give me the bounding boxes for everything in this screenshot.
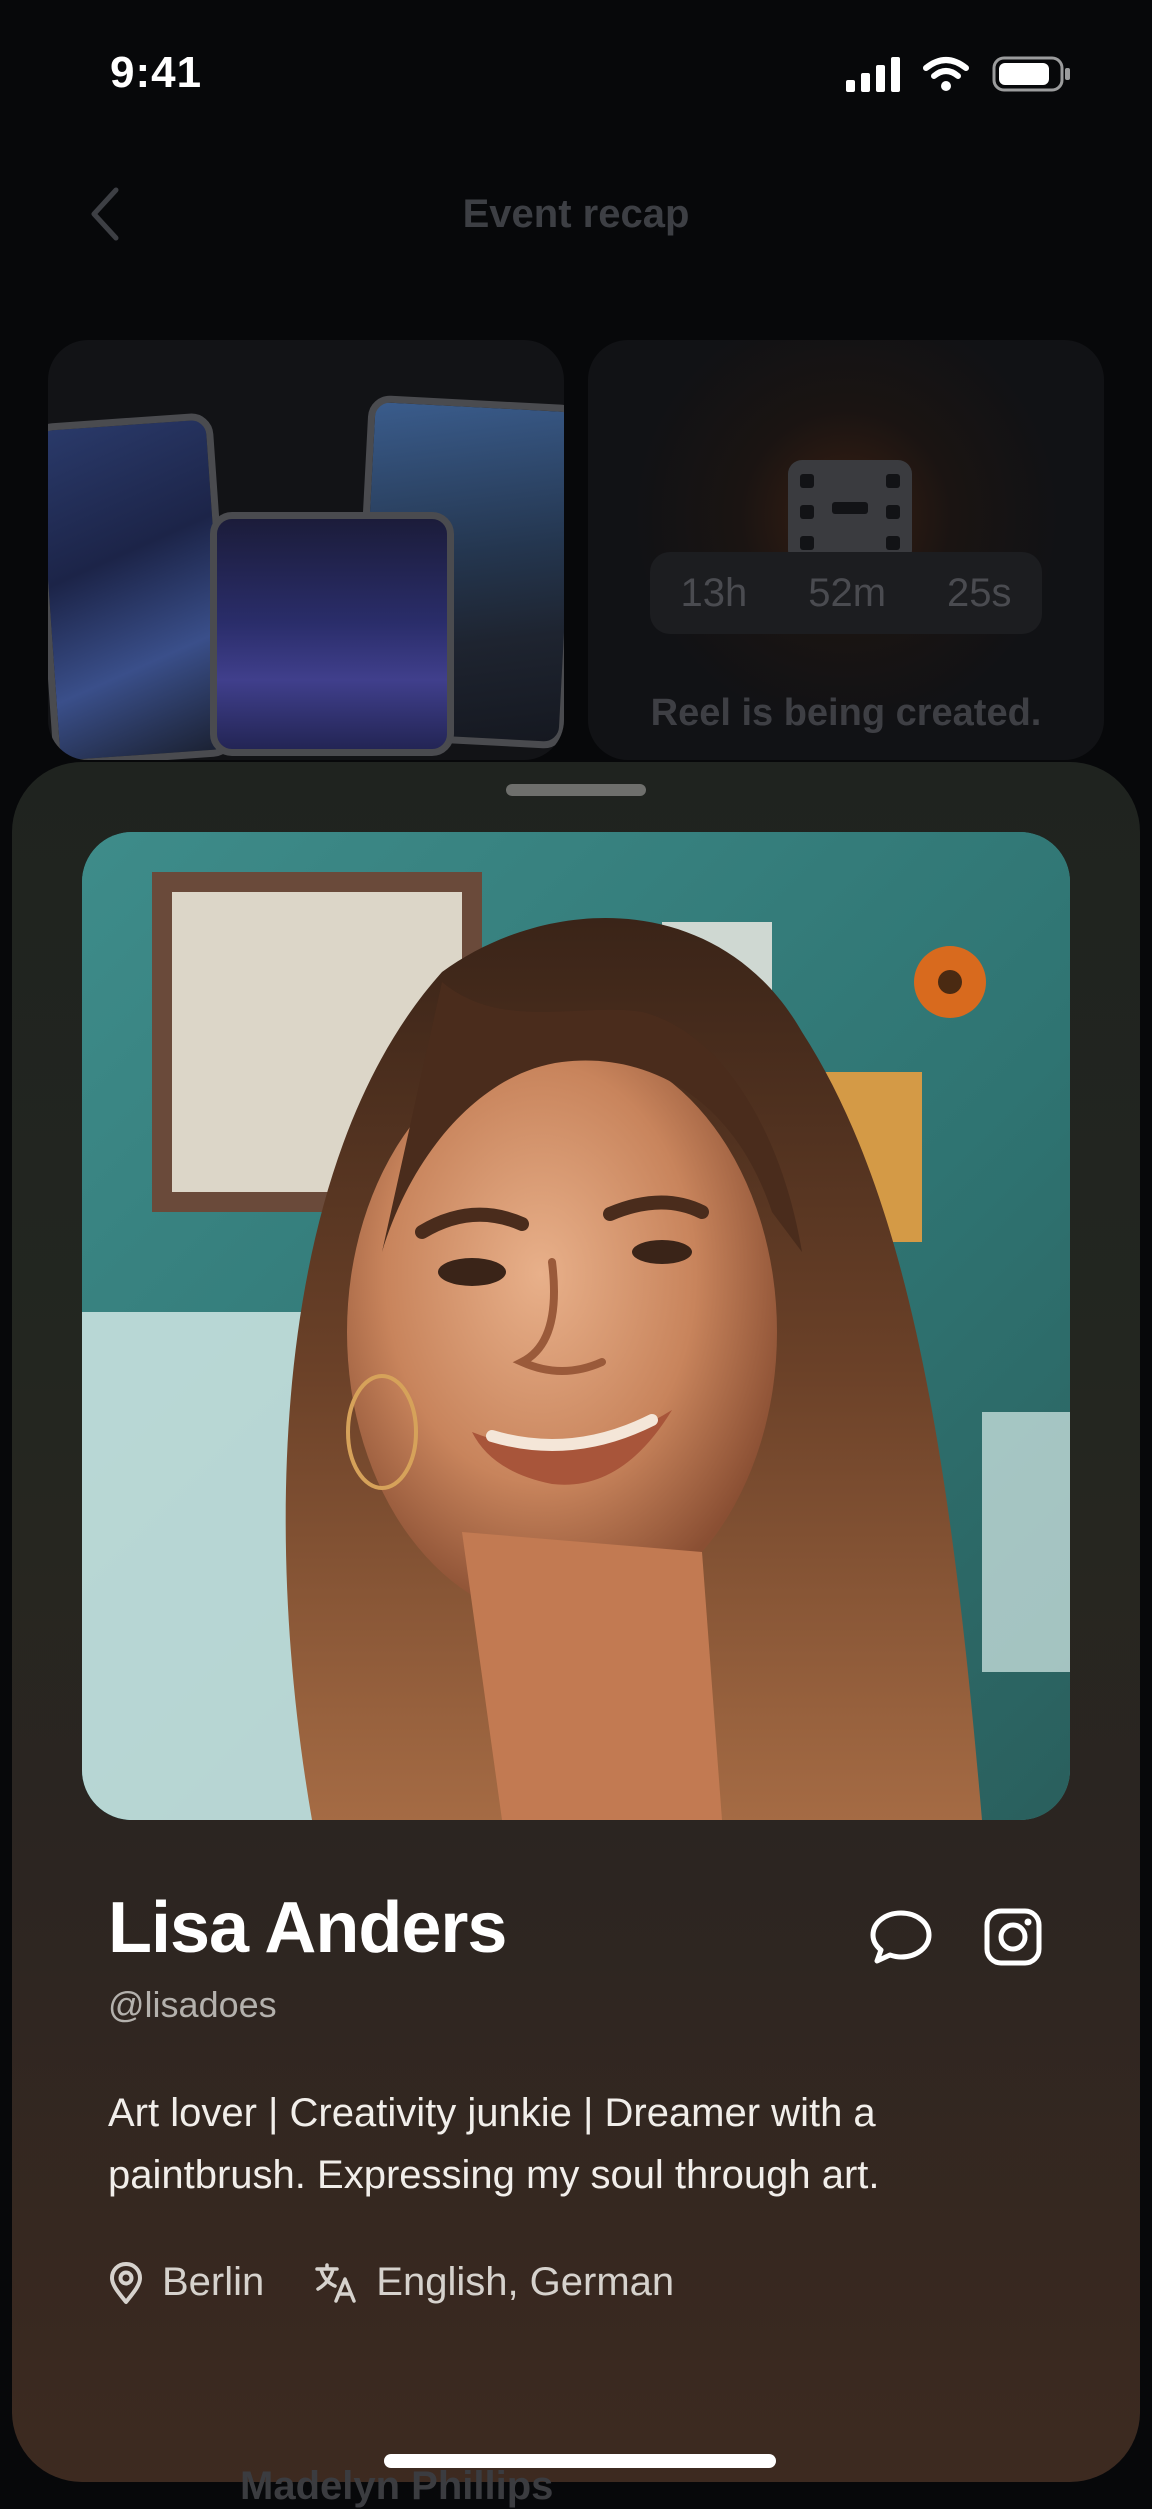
- next-profile-name: Madelyn Phillips: [240, 2464, 554, 2508]
- reel-countdown: 13h 52m 25s: [650, 552, 1042, 634]
- profile-bio: Art lover | Creativity junkie | Dreamer …: [108, 2091, 880, 2197]
- message-button[interactable]: [868, 1904, 934, 1970]
- event-photos-card[interactable]: [48, 340, 564, 760]
- film-icon: [788, 460, 912, 564]
- languages-item: English, German: [314, 2260, 674, 2305]
- chat-bubble-icon: [870, 1910, 932, 1964]
- timer-hours: 13h: [680, 570, 748, 615]
- battery-icon: [992, 56, 1070, 92]
- profile-meta: Berlin English, German: [108, 2260, 724, 2305]
- languages-text: English, German: [376, 2260, 675, 2304]
- translate-icon: [315, 2262, 357, 2303]
- timer-minutes: 52m: [808, 570, 887, 615]
- event-photo: [210, 512, 454, 756]
- reel-card[interactable]: 13h 52m 25s Reel is being created.: [588, 340, 1104, 760]
- sheet-drag-handle[interactable]: [506, 784, 646, 796]
- page-title: Event recap: [462, 192, 690, 236]
- instagram-icon: [984, 1908, 1042, 1966]
- status-bar: 9:41: [0, 0, 1152, 150]
- profile-name: Lisa Anders: [108, 1888, 507, 1968]
- profile-sheet: Lisa Anders @lisadoes Art lover | Creati…: [12, 762, 1140, 2482]
- instagram-button[interactable]: [980, 1904, 1046, 1970]
- location-item: Berlin: [108, 2260, 264, 2305]
- wifi-icon: [923, 57, 969, 91]
- status-time: 9:41: [110, 48, 203, 97]
- nav-bar: Event recap: [0, 170, 1152, 260]
- location-text: Berlin: [162, 2260, 265, 2304]
- timer-seconds: 25s: [946, 570, 1012, 615]
- signal-icon: [846, 56, 900, 92]
- event-photo: [48, 412, 236, 760]
- home-indicator[interactable]: [384, 2454, 776, 2468]
- status-icons: [846, 55, 1072, 93]
- reel-status-text: Reel is being created.: [650, 692, 1042, 734]
- profile-photo: [82, 832, 1070, 1820]
- profile-handle: @lisadoes: [108, 1984, 277, 2025]
- location-pin-icon: [110, 2261, 142, 2304]
